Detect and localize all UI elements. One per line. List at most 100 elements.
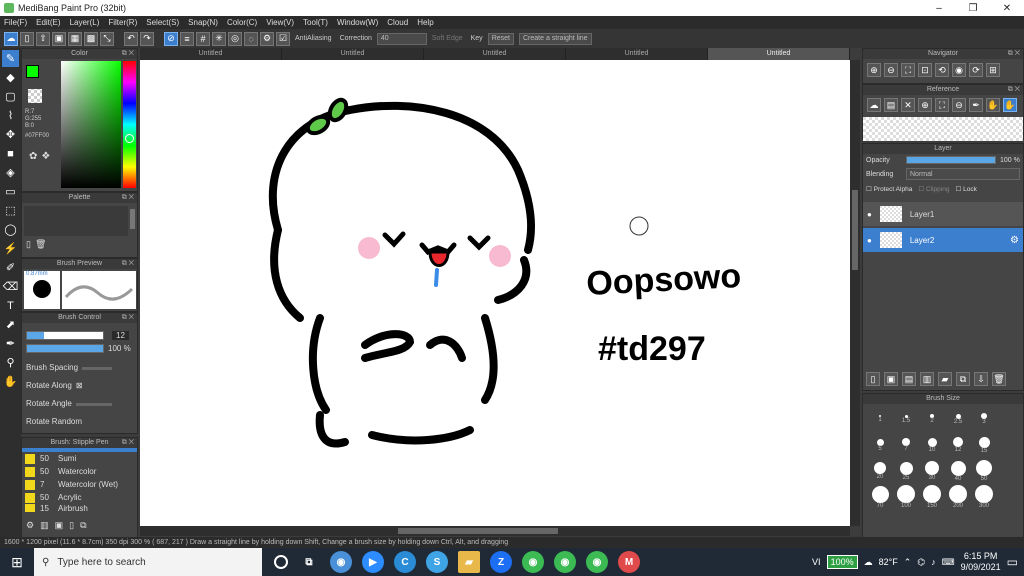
eraser-tool-icon[interactable]: ◆: [2, 69, 19, 86]
ref-eyedropper-icon[interactable]: ✒: [969, 98, 983, 112]
ref-hand-icon[interactable]: ✋: [986, 98, 1000, 112]
menu-layer[interactable]: Layer(L): [70, 18, 100, 27]
hand-tool-icon[interactable]: ✋: [2, 373, 19, 390]
taskbar-search[interactable]: ⚲ Type here to search: [34, 548, 262, 576]
menu-window[interactable]: Window(W): [337, 18, 378, 27]
cortana-icon[interactable]: [274, 555, 288, 569]
lock-checkbox[interactable]: ☐ Lock: [955, 185, 976, 193]
snap-off-icon[interactable]: ⊘: [164, 31, 178, 46]
new-1bit-layer-icon[interactable]: ▥: [920, 372, 934, 386]
brush-opacity-slider[interactable]: [26, 344, 104, 353]
rotate-along-row[interactable]: Rotate Along ⊠: [26, 377, 133, 395]
chrome-profile-icon-1[interactable]: ◉: [522, 551, 544, 573]
divide-tool-icon[interactable]: ⬈: [2, 316, 19, 333]
menu-help[interactable]: Help: [417, 18, 433, 27]
lasso-tool-icon[interactable]: ◯: [2, 221, 19, 238]
pen-tool-icon[interactable]: ⌇: [2, 107, 19, 124]
brush-delete-icon[interactable]: ⧉: [80, 520, 86, 531]
menu-color[interactable]: Color(C): [227, 18, 257, 27]
brush-size-cell[interactable]: 12: [945, 432, 971, 458]
magic-wand-icon[interactable]: ⚡: [2, 240, 19, 257]
brush-size-cell[interactable]: 15: [971, 432, 997, 458]
brush-size-cell[interactable]: 70: [867, 484, 893, 510]
new-halftone-layer-icon[interactable]: ▣: [884, 372, 898, 386]
tab-untitled-3[interactable]: Untitled: [424, 48, 566, 60]
select-eraser-icon[interactable]: ⌫: [2, 278, 19, 295]
brush-folder-icon[interactable]: ▥: [40, 520, 49, 531]
brush-size-cell[interactable]: 100: [893, 484, 919, 510]
task-view-icon[interactable]: ⧉: [298, 551, 320, 573]
text-tool-icon[interactable]: T: [2, 297, 19, 314]
flip-icon[interactable]: ⟳: [969, 63, 983, 77]
brush-add-icon[interactable]: ▣: [55, 520, 64, 531]
layer-row-selected[interactable]: ● Layer2 ⚙: [863, 228, 1023, 252]
open-reference-icon[interactable]: ▤: [884, 98, 898, 112]
transparent-swatch[interactable]: [28, 89, 42, 103]
open-icon[interactable]: ⇧: [36, 31, 50, 46]
tab-untitled-2[interactable]: Untitled: [282, 48, 424, 60]
medibang-icon[interactable]: M: [618, 551, 640, 573]
palette-area[interactable]: [24, 206, 128, 236]
color-wheel-icon[interactable]: ✿: [29, 151, 37, 162]
close-reference-icon[interactable]: ✕: [901, 98, 915, 112]
brush-size-cell[interactable]: 2: [919, 406, 945, 432]
brush-size-cell[interactable]: 300: [971, 484, 997, 510]
dropper-icon[interactable]: ⚲: [2, 354, 19, 371]
snap-cross-icon[interactable]: #: [196, 31, 210, 46]
brush-tool-icon[interactable]: ✎: [2, 50, 19, 67]
edge-icon[interactable]: C: [394, 551, 416, 573]
menu-edit[interactable]: Edit(E): [36, 18, 60, 27]
maximize-button[interactable]: ❐: [956, 3, 990, 14]
weather-temp[interactable]: 82°F: [879, 557, 898, 567]
brush-size-cell[interactable]: 1: [867, 406, 893, 432]
gradient-tool-icon[interactable]: ▭: [2, 183, 19, 200]
rotate-reset-icon[interactable]: ◉: [952, 63, 966, 77]
layer-settings-icon[interactable]: ⚙: [1010, 235, 1019, 246]
snap-settings-icon[interactable]: ⚙: [260, 31, 274, 46]
ref-hand-selected-icon[interactable]: ✋: [1003, 98, 1017, 112]
chrome-icon[interactable]: ◉: [330, 551, 352, 573]
brush-list-item[interactable]: 7 Watercolor (Wet): [25, 478, 137, 491]
merge-layer-icon[interactable]: ⇩: [974, 372, 988, 386]
rotate-angle-row[interactable]: Rotate Angle: [26, 395, 133, 413]
layer-row[interactable]: ● Layer1: [863, 202, 1023, 226]
fullscreen-icon[interactable]: ⊞: [986, 63, 1000, 77]
rotate-left-icon[interactable]: ⟲: [935, 63, 949, 77]
hue-handle[interactable]: [125, 134, 134, 143]
skype-icon[interactable]: S: [426, 551, 448, 573]
notification-icon[interactable]: ▭: [1007, 555, 1018, 569]
ref-fit-icon[interactable]: ⛶: [935, 98, 949, 112]
zoom-out-icon[interactable]: ⊖: [884, 63, 898, 77]
brush-size-cell[interactable]: 50: [971, 458, 997, 484]
panel-close-icon[interactable]: ⧉ ✕: [122, 259, 134, 269]
keyboard-icon[interactable]: ⌨: [942, 557, 955, 568]
transform-icon[interactable]: ⤡: [100, 31, 114, 46]
panel-close-icon[interactable]: ⧉ ✕: [122, 193, 134, 203]
close-button[interactable]: ✕: [990, 3, 1024, 14]
soft-edge-label[interactable]: Soft Edge: [429, 35, 466, 42]
menu-view[interactable]: View(V): [266, 18, 294, 27]
new-folder-icon[interactable]: ▰: [938, 372, 952, 386]
new-file-icon[interactable]: ▯: [20, 31, 34, 46]
cloud-reference-icon[interactable]: ☁: [867, 98, 881, 112]
grid-icon[interactable]: ▦: [68, 31, 82, 46]
clock-date[interactable]: 9/09/2021: [961, 562, 1001, 573]
tab-untitled-5[interactable]: Untitled: [708, 48, 850, 60]
saturation-value-picker[interactable]: [61, 61, 121, 188]
menu-filter[interactable]: Filter(R): [108, 18, 137, 27]
minimize-button[interactable]: –: [922, 3, 956, 14]
tab-untitled-1[interactable]: Untitled: [140, 48, 282, 60]
brush-size-cell[interactable]: 25: [893, 458, 919, 484]
brush-size-cell[interactable]: 10: [919, 432, 945, 458]
reset-button[interactable]: Reset: [487, 32, 514, 45]
zoom-icon[interactable]: ▶: [362, 551, 384, 573]
brush-list-item[interactable]: 50 Sumi: [25, 452, 137, 465]
bucket-tool-icon[interactable]: ◈: [2, 164, 19, 181]
layer-visible-icon[interactable]: ●: [867, 210, 872, 219]
panel-close-icon[interactable]: ⧉ ✕: [122, 49, 134, 59]
snap-radial-icon[interactable]: ✳: [212, 31, 226, 46]
snap-circle-icon[interactable]: ◎: [228, 31, 242, 46]
rotate-along-checkbox[interactable]: ⊠: [76, 377, 83, 395]
color-picker-icon[interactable]: ❖: [41, 151, 50, 162]
eyedropper-tool-icon[interactable]: ✒: [2, 335, 19, 352]
